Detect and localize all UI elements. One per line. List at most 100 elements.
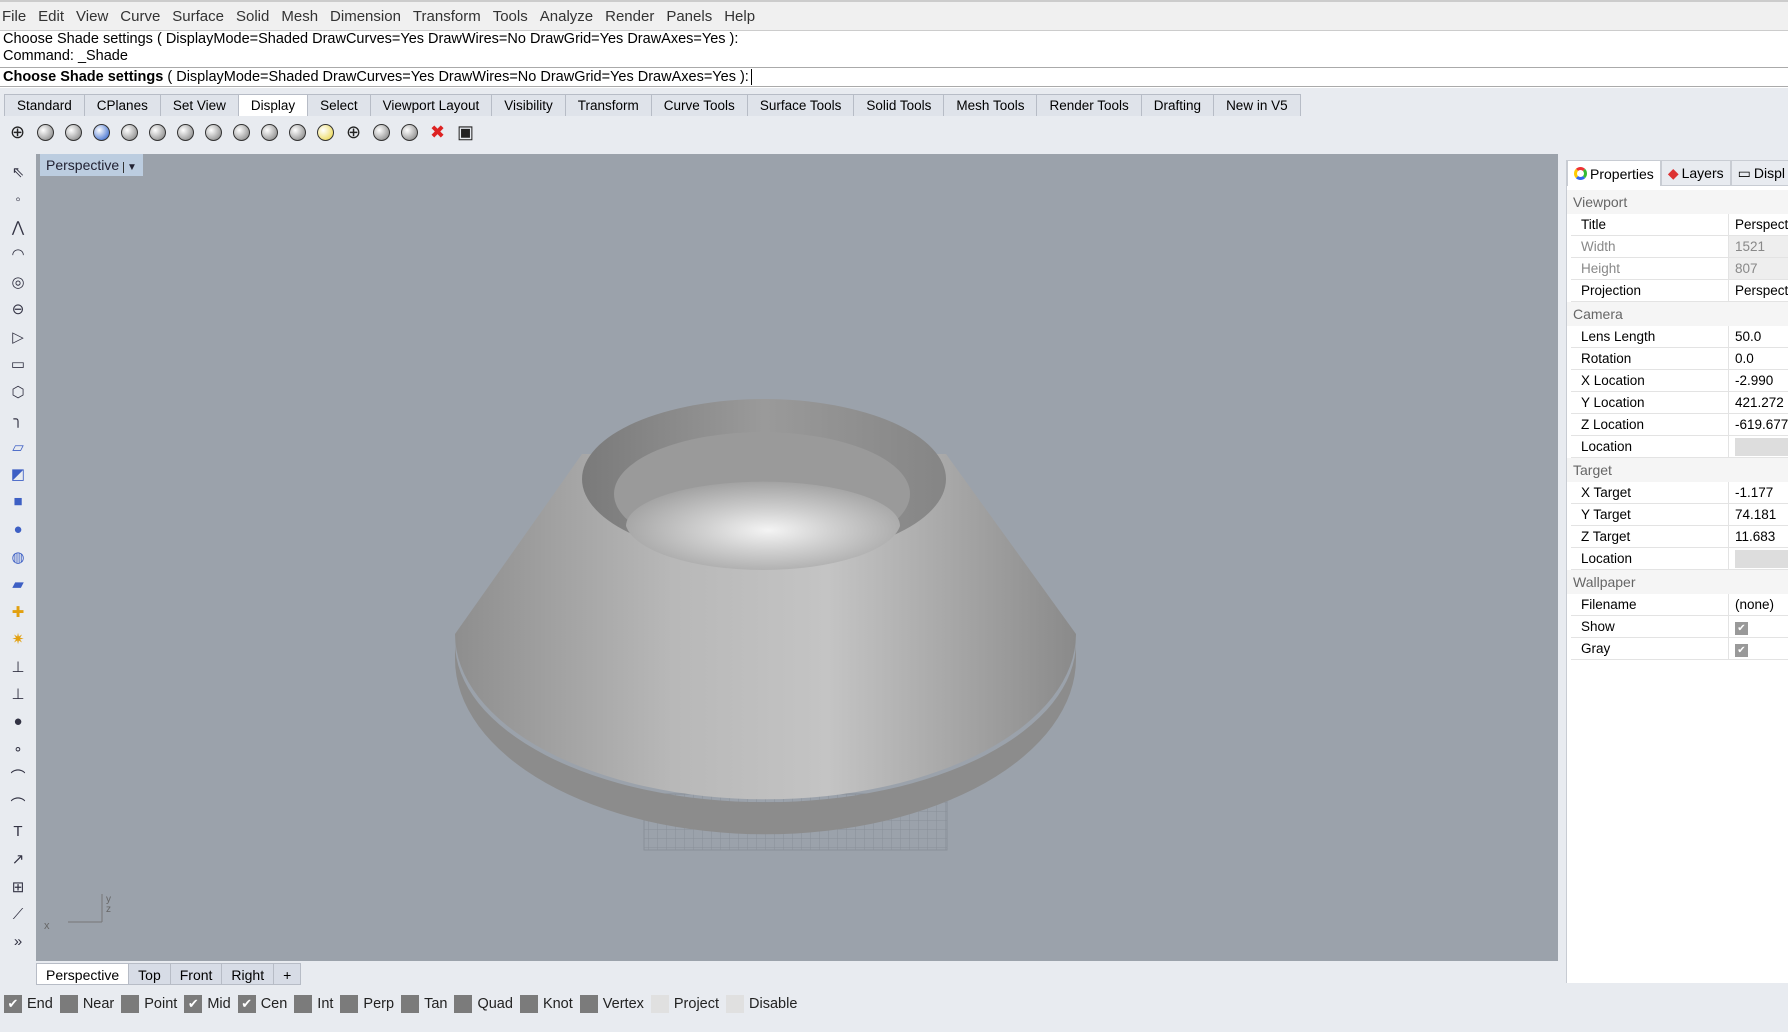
tab-solid-tools[interactable]: Solid Tools [853,94,945,116]
points-icon[interactable]: ∘ [5,736,31,764]
move-icon[interactable]: ↗ [5,846,31,874]
tab-transform[interactable]: Transform [564,94,652,116]
property-value-show[interactable]: ✔ [1729,616,1788,637]
arc-edit-icon[interactable]: ⌒ [5,791,31,819]
join-icon[interactable]: ✚ [5,598,31,626]
command-prompt[interactable]: Choose Shade settings ( DisplayMode=Shad… [0,67,1788,87]
menu-tools[interactable]: Tools [493,8,528,25]
osnap-near-label[interactable]: Near [83,996,114,1012]
dimension-icon[interactable]: ⟋ [5,901,31,929]
menu-edit[interactable]: Edit [38,8,64,25]
menu-curve[interactable]: Curve [120,8,160,25]
property-value-lens-length[interactable]: 50.0 [1729,326,1788,347]
location-picker[interactable] [1735,550,1788,568]
text-icon[interactable]: T [5,818,31,846]
extrude-icon[interactable]: ◩ [5,461,31,489]
osnap-cen-label[interactable]: Cen [261,996,288,1012]
tab-visibility[interactable]: Visibility [491,94,566,116]
osnap-project-label[interactable]: Project [674,996,719,1012]
property-value-location[interactable] [1729,548,1788,569]
polyline-icon[interactable]: ⋀ [5,213,31,241]
viewport-tab-front[interactable]: Front [169,963,223,985]
osnap-quad-label[interactable]: Quad [477,996,512,1012]
tab-set-view[interactable]: Set View [159,94,239,116]
ghosted-icon[interactable] [118,121,141,144]
tab-viewport-layout[interactable]: Viewport Layout [369,94,493,116]
box-icon[interactable]: ■ [5,488,31,516]
tab-new-in-v5[interactable]: New in V5 [1213,94,1301,116]
viewport-perspective[interactable]: Perspective ▼ x y z [36,154,1558,961]
property-value-location[interactable] [1729,436,1788,457]
polygon-icon[interactable]: ⬡ [5,378,31,406]
property-value-title[interactable]: Perspective [1729,214,1788,235]
trim-icon[interactable]: ⊥ [5,653,31,681]
menu-transform[interactable]: Transform [413,8,481,25]
menu-file[interactable]: File [2,8,26,25]
property-value-filename[interactable]: (none) [1729,594,1788,615]
property-value-height[interactable]: 807 [1729,258,1788,279]
osnap-knot-label[interactable]: Knot [543,996,573,1012]
osnap-point-label[interactable]: Point [144,996,177,1012]
boolean-icon[interactable]: ● [5,516,31,544]
tab-curve-tools[interactable]: Curve Tools [650,94,748,116]
osnap-int-checkbox[interactable] [294,995,313,1013]
property-value-gray[interactable]: ✔ [1729,638,1788,659]
select-icon[interactable]: ⇖ [5,158,31,186]
shaded-icon[interactable] [34,121,57,144]
monitor-icon[interactable]: ▣ [454,121,477,144]
shade-selected-icon[interactable] [286,121,309,144]
technical-icon[interactable] [174,121,197,144]
group-icon[interactable]: ● [5,708,31,736]
osnap-disable-checkbox[interactable] [726,995,745,1013]
curve-edit-icon[interactable]: ⌒ [5,763,31,791]
rendered-blue-icon[interactable] [90,121,113,144]
osnap-tan-label[interactable]: Tan [424,996,447,1012]
osnap-cen-checkbox[interactable]: ✔ [237,995,256,1013]
osnap-knot-checkbox[interactable] [519,995,538,1013]
show-checkbox[interactable]: ✔ [1735,622,1748,635]
property-value-y-location[interactable]: 421.272 [1729,392,1788,413]
osnap-quad-checkbox[interactable] [454,995,473,1013]
arc-icon[interactable]: ▷ [5,323,31,351]
gray-checkbox[interactable]: ✔ [1735,644,1748,657]
explode-icon[interactable]: ✷ [5,626,31,654]
mesh-icon[interactable]: ▰ [5,571,31,599]
tab-mesh-tools[interactable]: Mesh Tools [943,94,1038,116]
viewport-tab-right[interactable]: Right [221,963,275,985]
menu-analyze[interactable]: Analyze [540,8,593,25]
tab-drafting[interactable]: Drafting [1140,94,1215,116]
menu-dimension[interactable]: Dimension [330,8,401,25]
osnap-point-checkbox[interactable] [121,995,140,1013]
point-icon[interactable]: ◦ [5,186,31,214]
curve-icon[interactable]: ◠ [5,241,31,269]
osnap-end-label[interactable]: End [27,996,53,1012]
tab-layers[interactable]: ◆ Layers [1660,160,1731,186]
osnap-end-checkbox[interactable]: ✔ [4,995,22,1013]
viewport-tab-top[interactable]: Top [128,963,171,985]
wireframe-icon[interactable]: ⊕ [6,121,29,144]
render-preview-icon[interactable] [314,121,337,144]
menu-solid[interactable]: Solid [236,8,269,25]
osnap-mid-checkbox[interactable]: ✔ [184,995,203,1013]
osnap-near-checkbox[interactable] [59,995,78,1013]
osnap-tan-checkbox[interactable] [401,995,420,1013]
property-value-rotation[interactable]: 0.0 [1729,348,1788,369]
menu-panels[interactable]: Panels [666,8,712,25]
split-icon[interactable]: ⊥ [5,681,31,709]
menu-view[interactable]: View [76,8,108,25]
viewport-tab-add[interactable]: + [273,963,302,985]
property-value-z-location[interactable]: -619.677 [1729,414,1788,435]
property-value-width[interactable]: 1521 [1729,236,1788,257]
osnap-int-label[interactable]: Int [317,996,333,1012]
tab-properties[interactable]: Properties [1567,160,1661,186]
osnap-perp-checkbox[interactable] [340,995,359,1013]
property-value-x-target[interactable]: -1.177 [1729,482,1788,503]
viewport-tab-perspective[interactable]: Perspective [36,963,130,985]
menu-render[interactable]: Render [605,8,654,25]
array-icon[interactable]: ⊞ [5,873,31,901]
xray-icon[interactable] [146,121,169,144]
osnap-project-checkbox[interactable] [650,995,669,1013]
tab-render-tools[interactable]: Render Tools [1036,94,1142,116]
prompt-options[interactable]: ( DisplayMode=Shaded DrawCurves=Yes Draw… [163,69,748,85]
location-picker[interactable] [1735,438,1788,456]
